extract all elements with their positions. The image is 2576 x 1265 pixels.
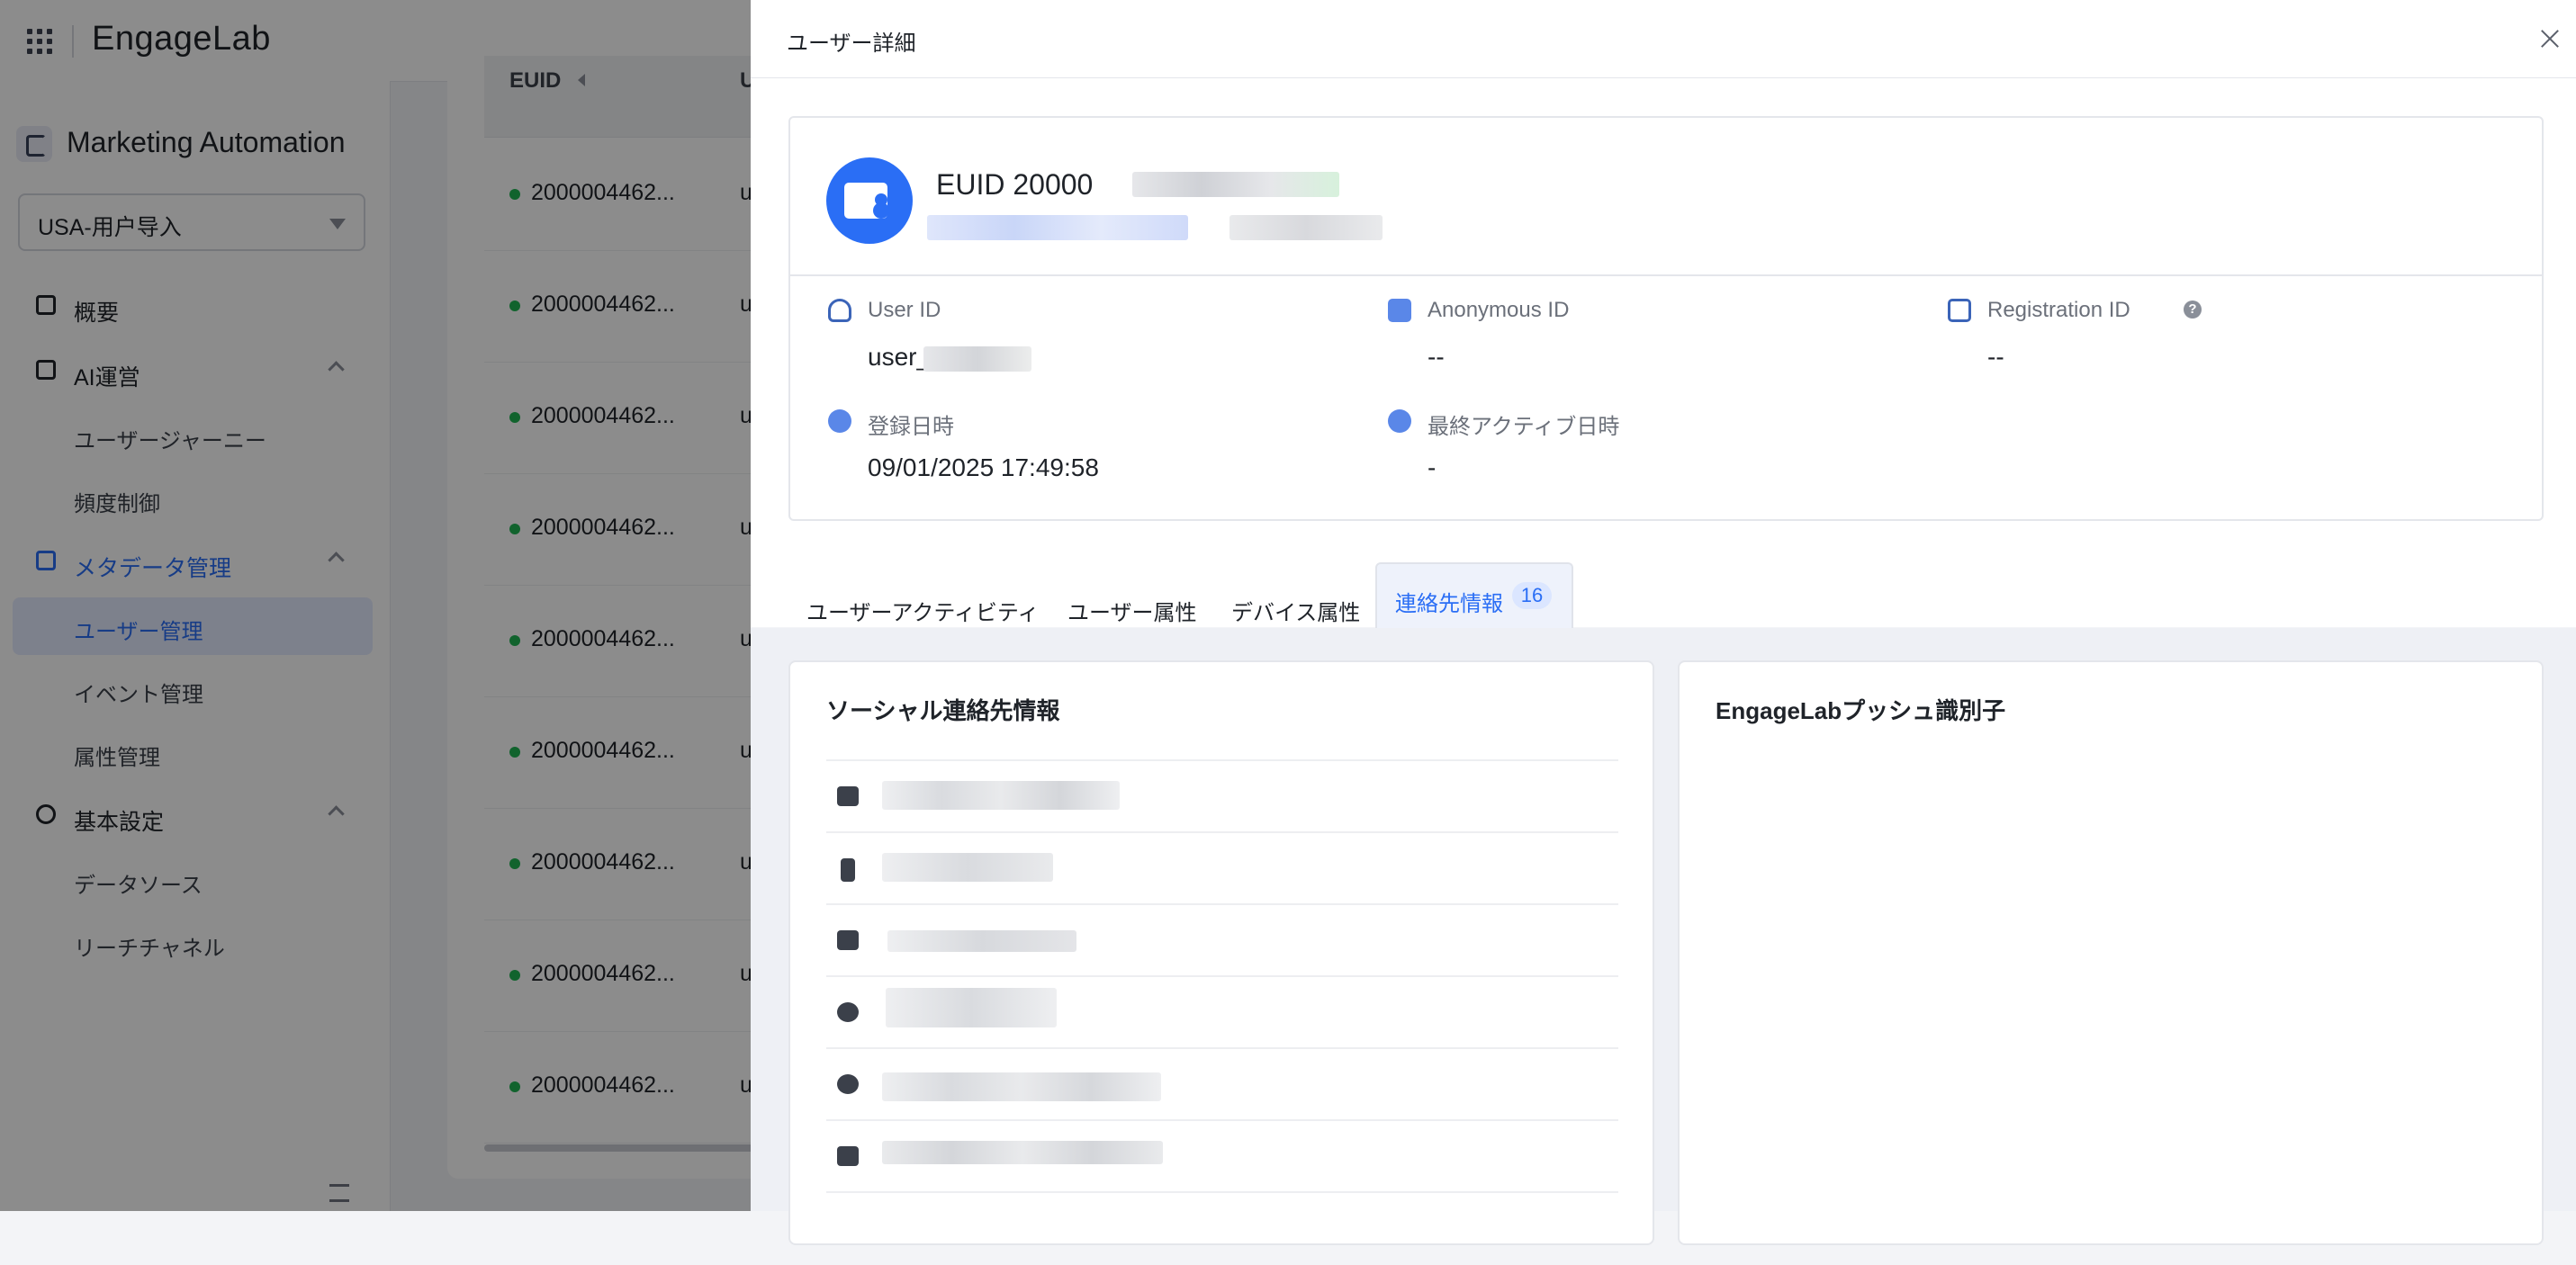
registration-id-icon	[1948, 299, 1971, 322]
tab-label: ユーザー属性	[1067, 601, 1197, 625]
drawer-title: ユーザー詳細	[787, 31, 916, 56]
list-item	[826, 903, 1618, 977]
instagram-icon	[837, 1146, 859, 1166]
redacted-value	[882, 853, 1053, 882]
sms-icon	[837, 930, 859, 950]
close-icon[interactable]	[2538, 27, 2562, 50]
user-id-value: user_	[868, 343, 932, 371]
social-contact-title: ソーシャル連絡先情報	[826, 697, 1060, 724]
mail-icon	[837, 786, 859, 806]
redacted-value	[887, 930, 1076, 952]
anonymous-id-label: Anonymous ID	[1428, 298, 1570, 322]
tab-count-badge: 16	[1512, 582, 1552, 609]
help-icon[interactable]: ?	[2184, 301, 2202, 318]
list-item	[826, 831, 1618, 905]
user-folder-avatar-icon	[826, 157, 913, 244]
list-item	[826, 1119, 1618, 1193]
anonymous-id-value: --	[1428, 343, 1445, 371]
facebook-icon	[837, 1074, 859, 1094]
tab-contact-info[interactable]: 連絡先情報 16	[1375, 562, 1573, 629]
registered-at-label: 登録日時	[868, 415, 954, 439]
redacted-value	[882, 1072, 1161, 1101]
list-item	[826, 975, 1618, 1049]
tab-label: ユーザーアクティビティ	[806, 601, 1040, 625]
social-contact-panel: ソーシャル連絡先情報	[788, 660, 1654, 1245]
tab-label: デバイス属性	[1231, 601, 1361, 625]
drawer-header: ユーザー詳細	[751, 0, 2576, 78]
registration-id-value: --	[1987, 343, 2004, 371]
user-id-label: User ID	[868, 298, 941, 322]
user-detail-drawer: ユーザー詳細 EUID 20000 User ID user_ Anonymou…	[751, 0, 2576, 1245]
registered-at-value: 09/01/2025 17:49:58	[868, 453, 1099, 481]
push-identifier-title: EngageLabプッシュ識別子	[1716, 697, 2006, 724]
profile-header: EUID 20000	[790, 118, 2542, 276]
contact-info-content: ソーシャル連絡先情報 EngageLabプッシュ識別子	[751, 628, 2576, 1245]
redacted-value	[882, 781, 1120, 810]
list-item	[826, 1047, 1618, 1121]
phone-icon	[841, 858, 855, 882]
euid-title: EUID 20000	[936, 168, 1094, 201]
last-active-value: -	[1428, 453, 1437, 481]
history-icon	[1388, 409, 1411, 433]
list-item	[826, 1191, 1618, 1265]
profile-card: EUID 20000 User ID user_ Anonymous ID --…	[788, 116, 2544, 521]
user-icon	[828, 299, 851, 322]
detail-tabs: ユーザーアクティビティ ユーザー属性 デバイス属性 連絡先情報 16	[751, 553, 2576, 629]
last-active-label: 最終アクティブ日時	[1428, 415, 1620, 439]
anonymous-id-icon	[1388, 299, 1411, 322]
redacted-email	[927, 215, 1188, 240]
redacted-euid	[1132, 172, 1339, 197]
clock-icon	[828, 409, 851, 433]
redacted-value	[886, 988, 1057, 1027]
redacted-user-id	[923, 346, 1031, 372]
redacted-phone	[1229, 215, 1383, 240]
redacted-value	[882, 1141, 1163, 1164]
push-identifier-panel: EngageLabプッシュ識別子	[1678, 660, 2544, 1245]
registration-id-label: Registration ID	[1987, 298, 2130, 322]
list-item	[826, 759, 1618, 833]
profile-section: EUID 20000 User ID user_ Anonymous ID --…	[751, 78, 2576, 627]
whatsapp-icon	[837, 1002, 859, 1022]
tab-label: 連絡先情報	[1395, 592, 1503, 616]
